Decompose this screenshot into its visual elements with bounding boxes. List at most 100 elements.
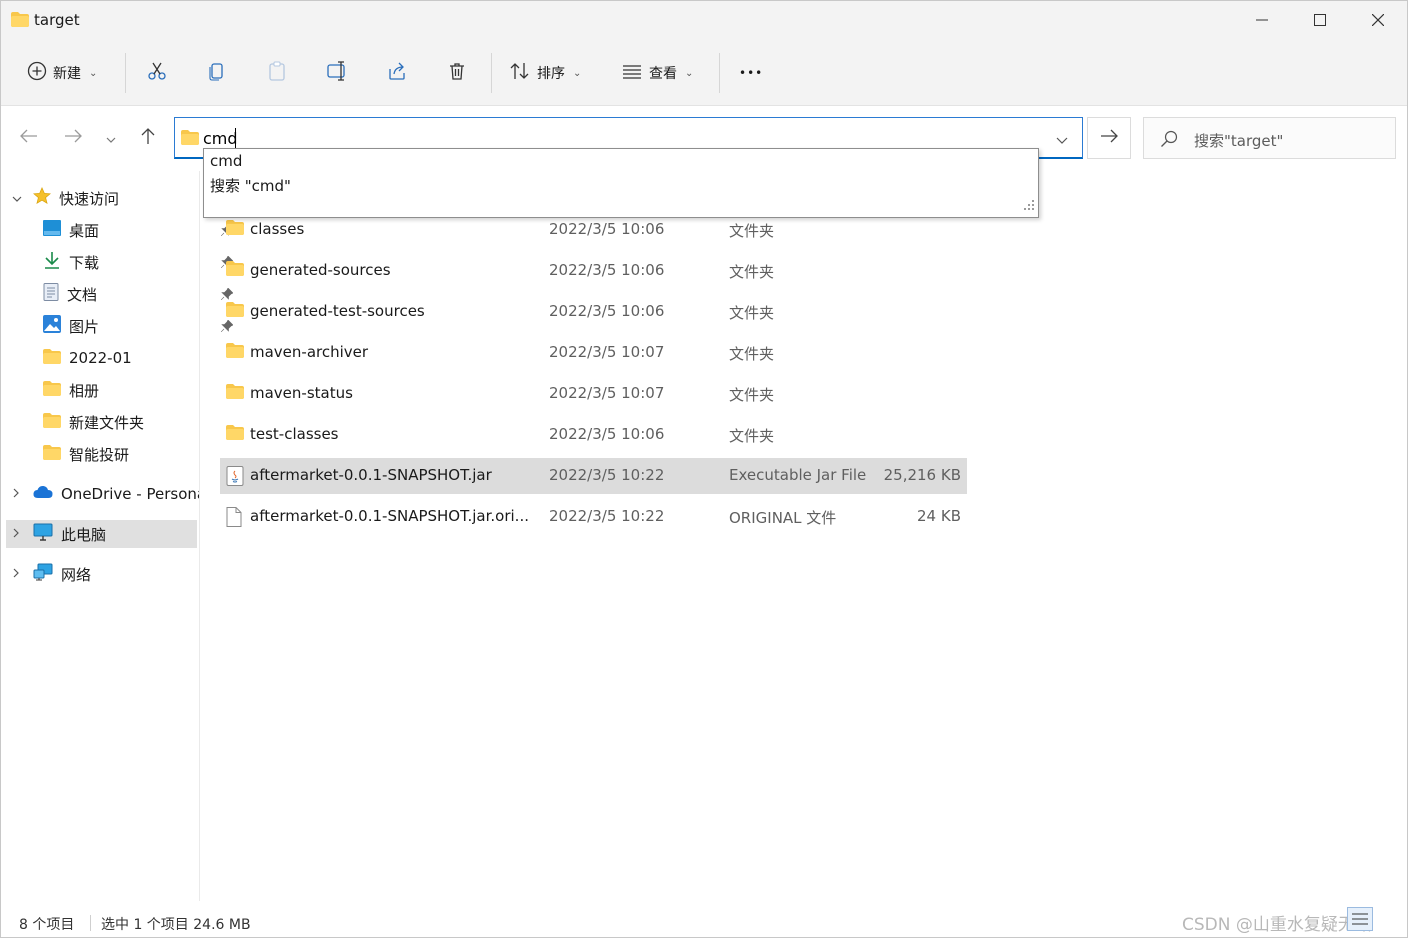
search-box[interactable]: 搜索"target" bbox=[1143, 117, 1396, 159]
command-bar: 新建 ⌄ 排序 ⌄ 查看 ⌄ ••• bbox=[1, 41, 1407, 106]
go-button[interactable] bbox=[1087, 117, 1131, 159]
close-button[interactable] bbox=[1349, 1, 1407, 39]
window-title: target bbox=[34, 11, 80, 29]
file-name: classes bbox=[250, 220, 305, 238]
file-type: 文件夹 bbox=[729, 386, 775, 404]
download-icon bbox=[43, 251, 61, 273]
rename-button[interactable] bbox=[327, 53, 349, 93]
file-type: 文件夹 bbox=[729, 222, 775, 240]
file-type: ORIGINAL 文件 bbox=[729, 509, 837, 527]
file-date: 2022/3/5 10:06 bbox=[549, 261, 665, 279]
folder-icon bbox=[43, 348, 61, 368]
rename-icon bbox=[327, 61, 349, 85]
details-view-toggle[interactable] bbox=[1347, 907, 1373, 935]
file-date: 2022/3/5 10:06 bbox=[549, 302, 665, 320]
file-date: 2022/3/5 10:22 bbox=[549, 507, 665, 525]
chevron-down-icon[interactable] bbox=[12, 192, 22, 205]
search-icon bbox=[1160, 130, 1178, 152]
suggestion-item[interactable]: 搜索 "cmd" bbox=[210, 175, 291, 196]
paste-button[interactable] bbox=[267, 53, 287, 93]
divider bbox=[719, 53, 720, 93]
folder-icon bbox=[11, 12, 29, 31]
new-button[interactable]: 新建 ⌄ bbox=[27, 53, 97, 93]
file-row[interactable]: aftermarket-0.0.1-SNAPSHOT.jar.ori... 20… bbox=[220, 499, 967, 535]
chevron-right-icon[interactable] bbox=[13, 568, 19, 581]
nav-onedrive[interactable]: OneDrive - Persona bbox=[33, 480, 199, 508]
folder-icon bbox=[226, 384, 244, 403]
file-row[interactable]: generated-test-sources 2022/3/5 10:06 文件… bbox=[220, 294, 967, 330]
nav-folder-item[interactable]: 相册 bbox=[43, 376, 99, 404]
selection-info: 选中 1 个项目 24.6 MB bbox=[101, 917, 251, 933]
nav-label: 2022-01 bbox=[69, 349, 132, 367]
file-date: 2022/3/5 10:22 bbox=[549, 466, 665, 484]
recent-locations-button[interactable] bbox=[97, 124, 125, 152]
chevron-down-icon[interactable] bbox=[1056, 131, 1068, 149]
file-name: aftermarket-0.0.1-SNAPSHOT.jar.ori... bbox=[250, 507, 529, 525]
forward-button[interactable] bbox=[59, 124, 87, 152]
file-row-selected[interactable]: aftermarket-0.0.1-SNAPSHOT.jar 2022/3/5 … bbox=[220, 458, 967, 494]
minimize-button[interactable] bbox=[1233, 1, 1291, 39]
nav-folder-item[interactable]: 智能投研 bbox=[43, 440, 129, 468]
file-date: 2022/3/5 10:07 bbox=[549, 343, 665, 361]
navigation-pane: 快速访问 桌面 下载 文档 图片 2022-01 相册 新建文件夹 智能投研 O… bbox=[1, 171, 234, 901]
chevron-right-icon[interactable] bbox=[13, 528, 19, 541]
nav-item-documents[interactable]: 文档 bbox=[43, 280, 234, 308]
sort-label: 排序 bbox=[537, 66, 565, 82]
chevron-down-icon bbox=[106, 129, 116, 147]
file-type: 文件夹 bbox=[729, 304, 775, 322]
arrow-right-icon bbox=[1100, 129, 1118, 147]
nav-folder-item[interactable]: 新建文件夹 bbox=[43, 408, 144, 436]
file-name: generated-test-sources bbox=[250, 302, 425, 320]
file-row[interactable]: maven-archiver 2022/3/5 10:07 文件夹 bbox=[220, 335, 967, 371]
sort-button[interactable]: 排序 ⌄ bbox=[509, 53, 581, 93]
nav-item-pictures[interactable]: 图片 bbox=[43, 312, 234, 340]
divider bbox=[90, 915, 91, 931]
star-icon bbox=[33, 186, 51, 209]
document-icon bbox=[43, 283, 59, 305]
folder-icon bbox=[43, 380, 61, 400]
up-button[interactable] bbox=[134, 124, 162, 152]
maximize-button[interactable] bbox=[1291, 1, 1349, 39]
sort-icon bbox=[509, 61, 531, 85]
file-name: maven-archiver bbox=[250, 343, 369, 361]
divider bbox=[125, 53, 126, 93]
divider bbox=[491, 53, 492, 93]
copy-button[interactable] bbox=[207, 53, 227, 93]
nav-network[interactable]: 网络 bbox=[33, 560, 91, 588]
address-input[interactable]: cmd bbox=[203, 129, 238, 148]
nav-this-pc[interactable]: 此电脑 bbox=[6, 520, 197, 548]
scissors-icon bbox=[147, 61, 167, 85]
file-row[interactable]: maven-status 2022/3/5 10:07 文件夹 bbox=[220, 376, 967, 412]
folder-icon bbox=[226, 261, 244, 280]
pictures-icon bbox=[43, 315, 61, 337]
file-row[interactable]: generated-sources 2022/3/5 10:06 文件夹 bbox=[220, 253, 967, 289]
folder-icon bbox=[226, 343, 244, 362]
nav-folder-item[interactable]: 2022-01 bbox=[43, 344, 132, 372]
file-size: 24 KB bbox=[917, 507, 961, 525]
delete-button[interactable] bbox=[447, 53, 467, 93]
share-button[interactable] bbox=[387, 53, 407, 93]
suggestion-item[interactable]: cmd bbox=[210, 152, 242, 170]
nav-quick-access[interactable]: 快速访问 bbox=[33, 184, 119, 212]
nav-label: 文档 bbox=[67, 285, 98, 304]
file-type: Executable Jar File bbox=[729, 466, 867, 484]
file-type: 文件夹 bbox=[729, 263, 775, 281]
chevron-right-icon[interactable] bbox=[13, 488, 19, 501]
folder-icon bbox=[226, 302, 244, 321]
text-caret bbox=[235, 128, 236, 148]
copy-icon bbox=[207, 61, 227, 85]
folder-icon bbox=[181, 130, 199, 149]
nav-item-downloads[interactable]: 下载 bbox=[43, 248, 234, 276]
view-button[interactable]: 查看 ⌄ bbox=[621, 53, 693, 93]
cut-button[interactable] bbox=[147, 53, 167, 93]
folder-icon bbox=[226, 220, 244, 239]
more-options-button[interactable]: ••• bbox=[739, 53, 763, 93]
back-button[interactable] bbox=[15, 124, 43, 152]
resize-grip-icon[interactable] bbox=[1024, 196, 1034, 214]
list-view-icon bbox=[621, 61, 643, 85]
file-row[interactable]: test-classes 2022/3/5 10:06 文件夹 bbox=[220, 417, 967, 453]
chevron-down-icon: ⌄ bbox=[685, 67, 694, 79]
nav-label: 此电脑 bbox=[61, 525, 107, 544]
nav-item-desktop[interactable]: 桌面 bbox=[43, 216, 234, 244]
cloud-icon bbox=[33, 485, 53, 503]
